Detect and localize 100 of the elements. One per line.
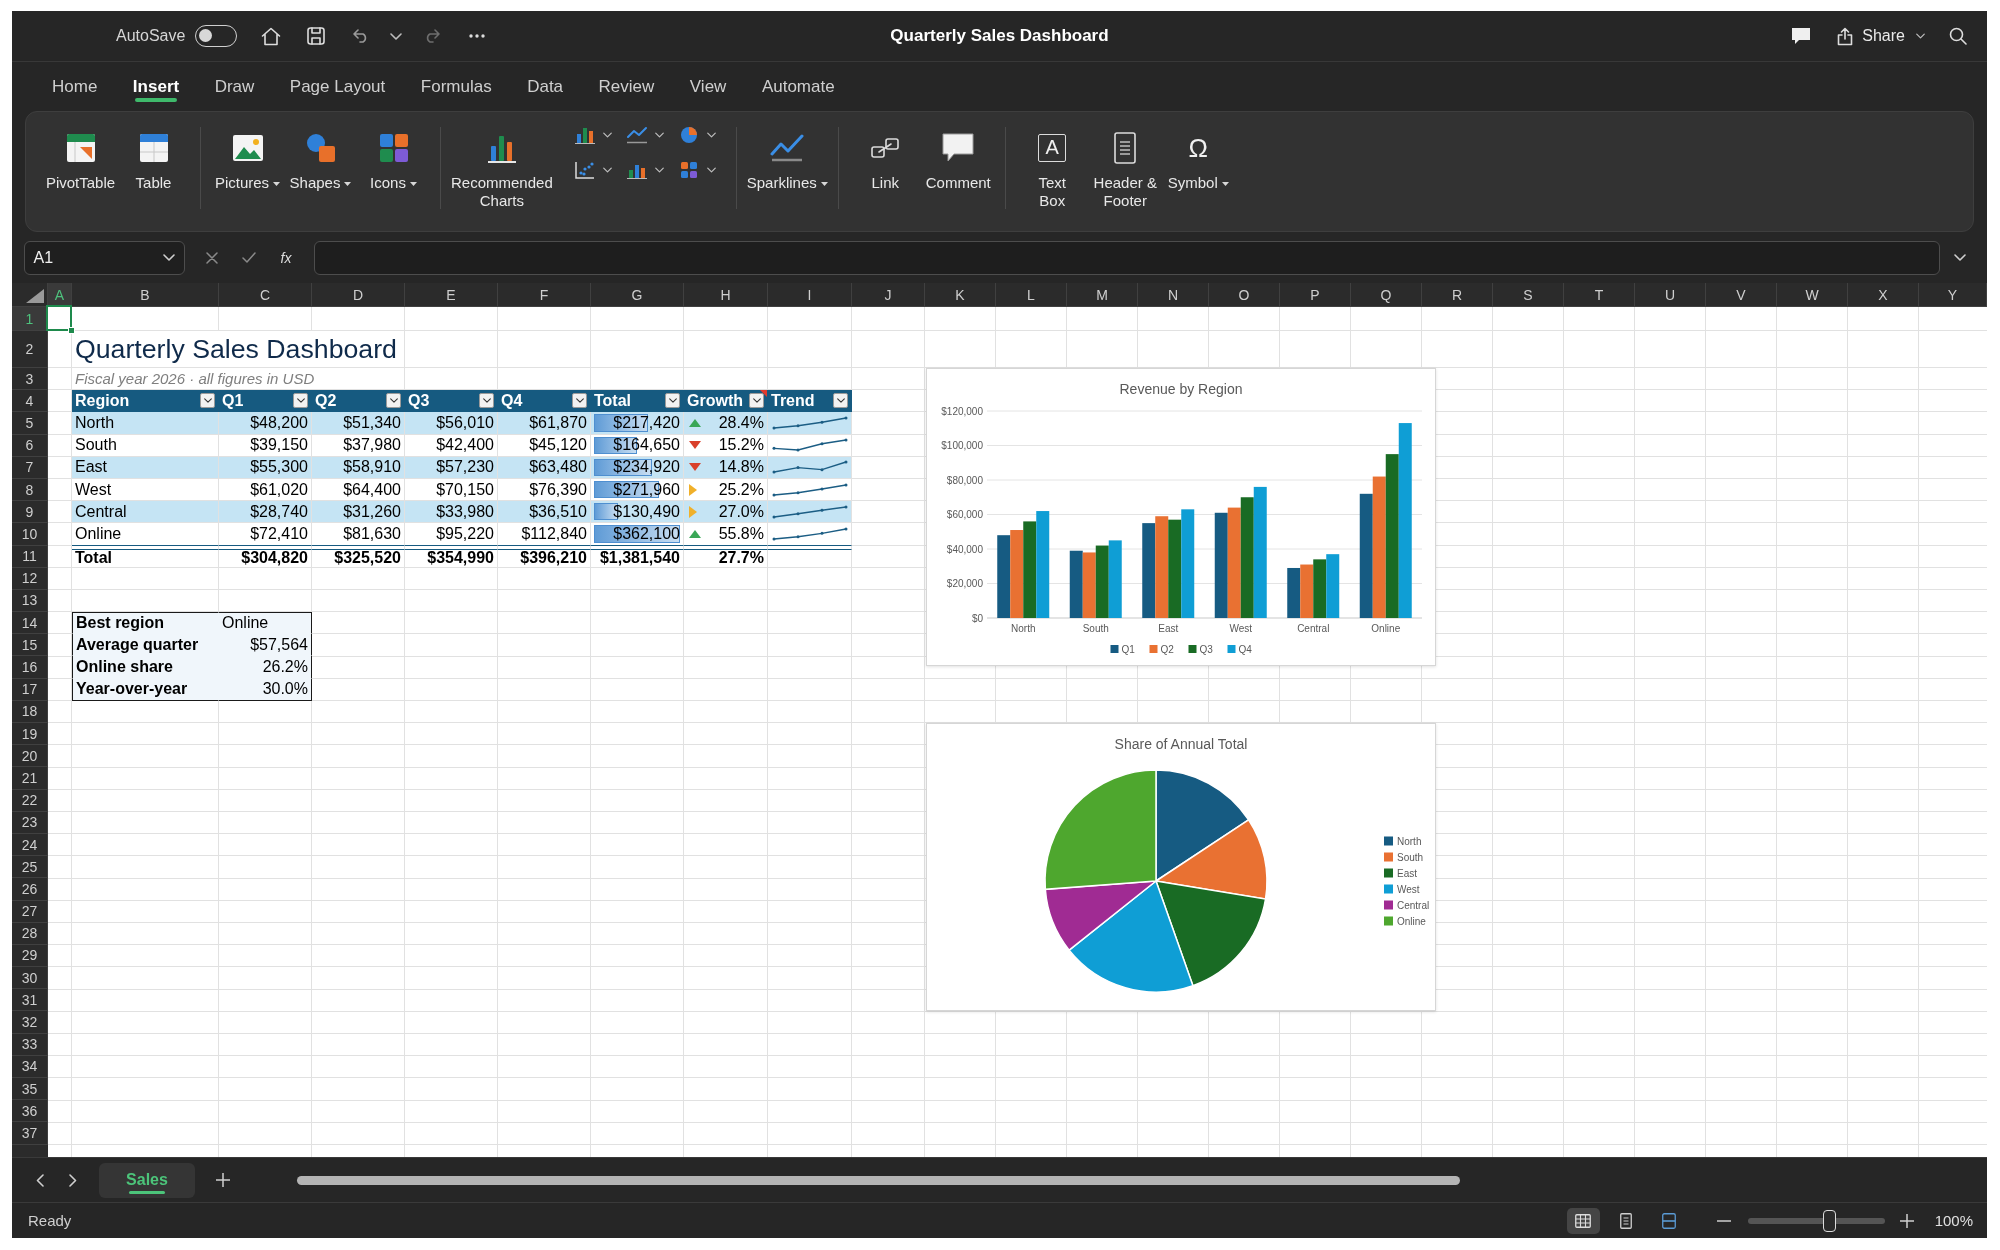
ribbon-tab[interactable]: View [687,62,729,111]
more-icon[interactable] [469,34,486,38]
sheet-tab[interactable]: Sales [99,1162,195,1198]
ribbon-button[interactable]: Ω Symbol [1161,112,1235,192]
row-header[interactable]: 26 [12,878,48,901]
row-header[interactable]: 22 [12,789,48,812]
column-header[interactable]: Q [1351,283,1422,307]
ribbon-tab[interactable]: Data [525,62,566,111]
column-header[interactable]: E [405,283,498,307]
row-header[interactable]: 8 [12,478,48,502]
chevron-left-icon[interactable] [36,1173,44,1187]
ribbon-tab[interactable]: Draw [212,62,257,111]
home-icon[interactable] [261,26,282,46]
column-header[interactable]: H [684,283,768,307]
select-all-button[interactable] [12,283,48,307]
row-header[interactable]: 16 [12,656,48,679]
ribbon-button[interactable]: A Text Box [1015,112,1089,210]
row-header[interactable]: 7 [12,456,48,479]
column-header[interactable]: N [1138,283,1209,307]
ribbon-tab[interactable]: Home [50,62,100,111]
column-header[interactable]: G [591,283,684,307]
column-header[interactable]: B [72,283,219,307]
view-button[interactable] [1566,1207,1600,1234]
column-header[interactable]: C [219,283,312,307]
scrollbar-thumb[interactable] [297,1175,1460,1185]
row-header[interactable]: 6 [12,434,48,457]
ribbon-button[interactable]: Shapes [284,112,357,192]
filter-button[interactable] [479,393,494,409]
ribbon-button[interactable]: PivotTable [44,112,117,192]
column-header[interactable]: F [498,283,591,307]
filter-button[interactable] [572,393,587,409]
row-header[interactable]: 19 [12,723,48,746]
row-header[interactable]: 33 [12,1033,48,1056]
filter-button[interactable] [665,393,680,409]
column-header[interactable]: S [1493,283,1564,307]
row-header[interactable]: 9 [12,501,48,524]
ribbon-button[interactable]: Icons [357,112,430,192]
ribbon-tab[interactable]: Insert [130,62,182,111]
row-header[interactable]: 34 [12,1055,48,1078]
formula-input[interactable] [314,240,1941,275]
column-header[interactable]: T [1564,283,1635,307]
column-header[interactable]: J [852,283,925,307]
column-header[interactable]: O [1209,283,1280,307]
row-header[interactable]: 5 [12,412,48,435]
column-header[interactable]: W [1777,283,1848,307]
ribbon-tab[interactable]: Automate [759,62,837,111]
row-header[interactable]: 36 [12,1100,48,1123]
column-header[interactable]: X [1848,283,1919,307]
column-header[interactable]: A [48,283,72,307]
column-header[interactable]: U [1635,283,1706,307]
save-icon[interactable] [307,27,326,45]
row-header[interactable]: 30 [12,967,48,990]
ribbon-button[interactable]: Sparklines [746,112,828,192]
column-header[interactable]: Y [1919,283,1987,307]
row-header[interactable]: 12 [12,567,48,590]
row-header[interactable]: 32 [12,1011,48,1034]
plus-icon[interactable] [1899,1213,1914,1228]
row-header[interactable]: 11 [12,545,48,568]
row-header[interactable]: 13 [12,589,48,613]
search-icon[interactable] [1949,27,1967,45]
chevron-right-icon[interactable] [69,1173,77,1187]
row-header[interactable]: 27 [12,900,48,923]
row-header[interactable]: 15 [12,634,48,657]
filter-button[interactable] [749,393,764,409]
ribbon-button[interactable]: Pictures [211,112,284,192]
checkmark-icon[interactable] [241,252,256,263]
column-header[interactable]: I [768,283,852,307]
ribbon-tab[interactable]: Review [596,62,657,111]
ribbon-tab[interactable]: Formulas [418,62,494,111]
row-header[interactable]: 4 [12,390,48,413]
chevron-down-icon[interactable] [390,32,403,40]
row-header[interactable]: 24 [12,833,48,857]
row-header[interactable]: 14 [12,612,48,635]
filter-button[interactable] [386,393,401,409]
column-header[interactable]: D [312,283,405,307]
name-box[interactable]: A1 [23,240,185,275]
chevron-down-icon[interactable] [1954,254,1967,261]
share-button[interactable]: Share [1837,26,1925,46]
filter-button[interactable] [293,393,308,409]
row-header[interactable]: 17 [12,678,48,701]
column-header[interactable]: L [996,283,1067,307]
filter-button[interactable] [200,393,215,409]
column-header[interactable]: M [1067,283,1138,307]
chart-type-button[interactable] [678,126,716,144]
minus-icon[interactable] [1716,1219,1731,1222]
column-header[interactable]: K [925,283,996,307]
row-header[interactable]: 28 [12,922,48,945]
row-header[interactable]: 35 [12,1078,48,1101]
column-header[interactable]: P [1280,283,1351,307]
plus-icon[interactable] [216,1173,230,1187]
row-header[interactable]: 20 [12,745,48,768]
ribbon-button[interactable]: Recommended Charts [451,112,553,210]
row-header[interactable]: 2 [12,331,48,368]
row-header[interactable]: 18 [12,700,48,723]
row-header[interactable]: 10 [12,523,48,546]
cross-icon[interactable] [205,251,218,264]
column-header[interactable]: V [1706,283,1777,307]
row-header[interactable]: 37 [12,1122,48,1145]
row-header[interactable]: 25 [12,856,48,879]
filter-button[interactable] [833,393,848,409]
